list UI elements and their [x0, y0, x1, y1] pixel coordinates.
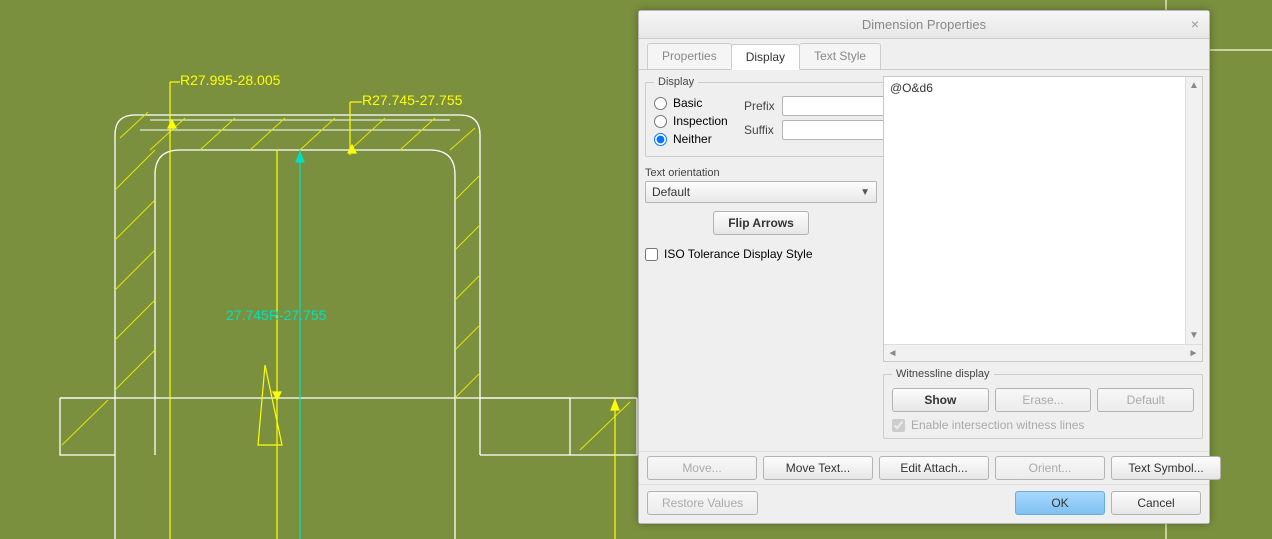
tab-text-style[interactable]: Text Style [799, 43, 881, 69]
suffix-label: Suffix [744, 123, 778, 137]
radio-neither[interactable] [654, 133, 667, 146]
scroll-down-arrow-icon[interactable]: ▼ [1186, 327, 1202, 344]
chevron-down-icon: ▼ [860, 187, 870, 198]
radio-neither-label: Neither [673, 132, 712, 146]
radio-basic-label: Basic [673, 96, 702, 110]
restore-values-button[interactable]: Restore Values [647, 491, 758, 515]
witness-erase-button[interactable]: Erase... [995, 388, 1092, 412]
intersection-witness-label: Enable intersection witness lines [911, 418, 1084, 432]
iso-tolerance-label: ISO Tolerance Display Style [664, 247, 813, 261]
edit-attach-button[interactable]: Edit Attach... [879, 456, 989, 480]
dimension-label-ref: 27.745R-27.755 [226, 307, 327, 323]
dimension-label-1: R27.995-28.005 [180, 72, 281, 88]
close-icon[interactable]: × [1187, 16, 1203, 32]
intersection-witness-checkbox [892, 419, 905, 432]
text-orientation-select[interactable]: Default ▼ [645, 181, 877, 203]
radio-inspection[interactable] [654, 115, 667, 128]
witnessline-legend: Witnessline display [892, 368, 994, 380]
move-text-button[interactable]: Move Text... [763, 456, 873, 480]
dimension-label-2: R27.745-27.755 [362, 92, 463, 108]
horizontal-scrollbar[interactable]: ◄ ► [884, 344, 1202, 361]
tab-properties[interactable]: Properties [647, 43, 732, 69]
cancel-button[interactable]: Cancel [1111, 491, 1201, 515]
tab-display[interactable]: Display [731, 44, 800, 70]
text-orientation-label: Text orientation [645, 167, 877, 179]
radio-inspection-label: Inspection [673, 114, 728, 128]
iso-tolerance-checkbox[interactable] [645, 248, 658, 261]
radio-basic[interactable] [654, 97, 667, 110]
flip-arrows-button[interactable]: Flip Arrows [713, 211, 809, 235]
vertical-scrollbar[interactable]: ▲ ▼ [1185, 77, 1202, 344]
prefix-label: Prefix [744, 99, 778, 113]
witnessline-group: Witnessline display Show Erase... Defaul… [883, 368, 1203, 439]
move-button[interactable]: Move... [647, 456, 757, 480]
dimension-properties-dialog: Dimension Properties × Properties Displa… [638, 10, 1210, 524]
tab-row: Properties Display Text Style [639, 39, 1209, 70]
preview-area[interactable]: @O&d6 ▲ ▼ ◄ ► [883, 76, 1203, 362]
witness-show-button[interactable]: Show [892, 388, 989, 412]
text-orientation-value: Default [652, 185, 690, 199]
dialog-title: Dimension Properties [862, 17, 986, 32]
text-symbol-button[interactable]: Text Symbol... [1111, 456, 1221, 480]
orient-button[interactable]: Orient... [995, 456, 1105, 480]
scroll-right-arrow-icon[interactable]: ► [1185, 345, 1202, 361]
scroll-up-arrow-icon[interactable]: ▲ [1186, 77, 1202, 94]
witness-default-button[interactable]: Default [1097, 388, 1194, 412]
preview-text: @O&d6 [890, 81, 933, 95]
scroll-left-arrow-icon[interactable]: ◄ [884, 345, 901, 361]
ok-button[interactable]: OK [1015, 491, 1105, 515]
display-group-legend: Display [654, 76, 698, 88]
dialog-titlebar[interactable]: Dimension Properties × [639, 11, 1209, 39]
